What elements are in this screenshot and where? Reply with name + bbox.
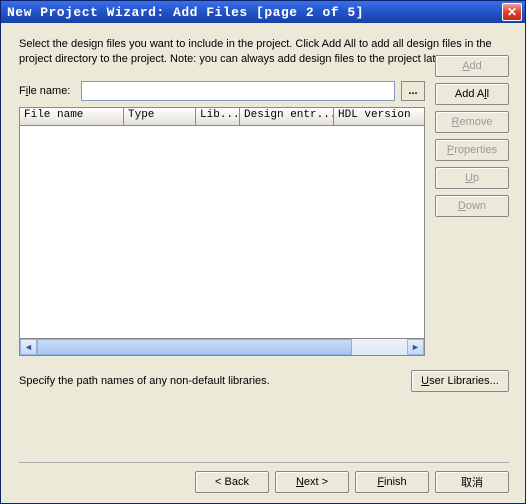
col-type[interactable]: Type <box>124 108 196 125</box>
main-row: File name: ... File name Type Lib... Des… <box>19 81 509 356</box>
file-name-row: File name: ... <box>19 81 425 101</box>
properties-button[interactable]: Properties <box>435 139 509 161</box>
col-file-name[interactable]: File name <box>20 108 124 125</box>
col-lib[interactable]: Lib... <box>196 108 240 125</box>
browse-button[interactable]: ... <box>401 81 425 101</box>
scroll-thumb[interactable] <box>37 339 352 355</box>
libraries-row: Specify the path names of any non-defaul… <box>19 370 509 392</box>
remove-button[interactable]: Remove <box>435 111 509 133</box>
cancel-button[interactable]: 取消 <box>435 471 509 493</box>
footer-separator <box>19 462 509 463</box>
add-all-button[interactable]: Add All <box>435 83 509 105</box>
col-hdl-version[interactable]: HDL version <box>334 108 424 125</box>
file-table-body <box>19 125 425 339</box>
title-bar: New Project Wizard: Add Files [page 2 of… <box>1 1 525 23</box>
file-name-input[interactable] <box>81 81 395 101</box>
wizard-window: New Project Wizard: Add Files [page 2 of… <box>0 0 526 504</box>
up-button[interactable]: Up <box>435 167 509 189</box>
content-area: Select the design files you want to incl… <box>1 23 525 503</box>
close-button[interactable]: ✕ <box>502 3 522 21</box>
file-name-label: File name: <box>19 85 75 97</box>
chevron-right-icon: ► <box>411 342 420 352</box>
scroll-left-button[interactable]: ◄ <box>20 339 37 355</box>
libraries-text: Specify the path names of any non-defaul… <box>19 375 399 387</box>
file-table-header: File name Type Lib... Design entr... HDL… <box>19 107 425 125</box>
back-button[interactable]: < Back <box>195 471 269 493</box>
footer-buttons: < Back Next > Finish 取消 <box>19 471 509 495</box>
close-icon: ✕ <box>507 5 517 19</box>
col-design-entry[interactable]: Design entr... <box>240 108 334 125</box>
window-title: New Project Wizard: Add Files [page 2 of… <box>7 5 502 20</box>
scroll-track[interactable] <box>37 339 407 355</box>
side-button-column: Add Add All Remove Properties Up Down <box>435 55 509 356</box>
next-button[interactable]: Next > <box>275 471 349 493</box>
chevron-left-icon: ◄ <box>24 342 33 352</box>
down-button[interactable]: Down <box>435 195 509 217</box>
finish-button[interactable]: Finish <box>355 471 429 493</box>
add-button[interactable]: Add <box>435 55 509 77</box>
file-panel: File name: ... File name Type Lib... Des… <box>19 81 425 356</box>
horizontal-scrollbar[interactable]: ◄ ► <box>19 339 425 356</box>
scroll-right-button[interactable]: ► <box>407 339 424 355</box>
user-libraries-button[interactable]: User Libraries... <box>411 370 509 392</box>
